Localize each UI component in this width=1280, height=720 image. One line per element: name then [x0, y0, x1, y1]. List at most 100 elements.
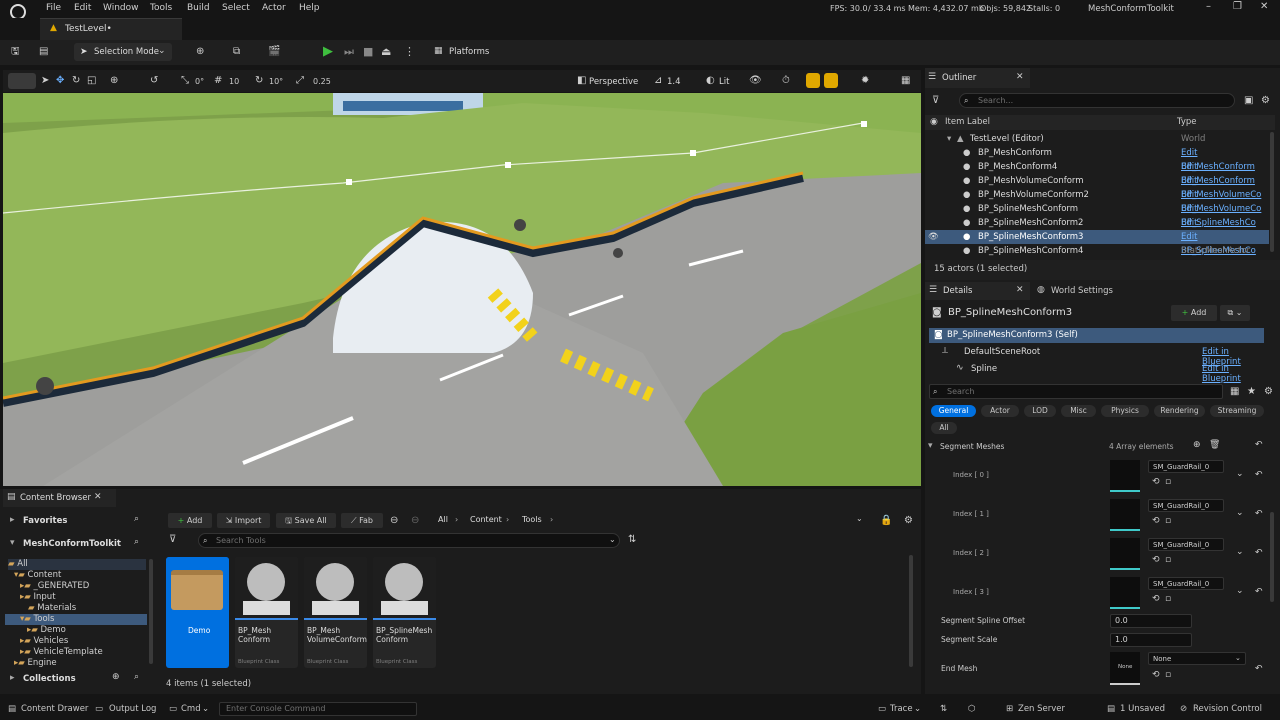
camera-speed-value[interactable]: 1.4: [667, 77, 681, 87]
chevron-down-icon[interactable]: ⌄: [202, 704, 209, 714]
reset-icon[interactable]: ↶: [1255, 664, 1263, 674]
search-icon[interactable]: ⌕: [134, 514, 139, 524]
menu-edit[interactable]: Edit: [74, 3, 91, 13]
camera-icon[interactable]: ◧: [577, 76, 586, 86]
close-icon[interactable]: ✕: [94, 492, 102, 502]
tree-item-materials[interactable]: ▰ Materials: [28, 603, 76, 614]
add-element-icon[interactable]: ⊕: [1193, 440, 1201, 450]
tree-item-vehicletemplate[interactable]: ▸▰ VehicleTemplate: [20, 647, 103, 658]
use-selected-icon[interactable]: ▫: [1165, 594, 1171, 604]
outliner-row[interactable]: ● BP_MeshConform4 Edit BP_MeshConform: [925, 160, 1269, 186]
move-tool-icon[interactable]: ✥: [56, 76, 64, 86]
segment-scale-field[interactable]: 1.0: [1110, 633, 1192, 647]
outliner-row[interactable]: ● BP_SplineMeshConform Edit BP_SplineMes…: [925, 202, 1269, 228]
use-selected-icon[interactable]: ▫: [1165, 670, 1171, 680]
close-icon[interactable]: ✕: [1016, 72, 1024, 82]
tree-item-vehicles[interactable]: ▸▰ Vehicles: [20, 636, 68, 647]
rotation-snap-icon[interactable]: ↻: [255, 76, 263, 86]
cmd-dropdown[interactable]: Cmd: [181, 704, 201, 714]
content-drawer-button[interactable]: Content Drawer: [21, 704, 88, 714]
settings-icon[interactable]: ✹: [861, 76, 869, 86]
save-icon[interactable]: 🖫: [11, 47, 20, 57]
grid-snap-icon[interactable]: #: [214, 76, 222, 86]
menu-actor[interactable]: Actor: [262, 3, 286, 13]
outliner-row[interactable]: ● BP_MeshVolumeConform2 Edit BP_MeshVolu…: [925, 188, 1269, 214]
use-selected-icon[interactable]: ▫: [1165, 555, 1171, 565]
layout-icon[interactable]: ▦: [901, 76, 910, 86]
folder-add-icon[interactable]: ▣: [1244, 96, 1253, 106]
close-window-icon[interactable]: ✕: [1260, 1, 1268, 12]
add-collection-icon[interactable]: ⊕: [112, 672, 120, 682]
world-settings-tab[interactable]: ◍ World Settings: [1033, 282, 1133, 300]
mesh-asset-picker[interactable]: SM_GuardRail_0: [1148, 577, 1224, 590]
mesh-thumbnail[interactable]: [1110, 499, 1140, 531]
add-actor-icon[interactable]: ⊕: [196, 47, 204, 57]
reset-icon[interactable]: ↶: [1255, 470, 1263, 480]
import-button[interactable]: ⇲ Import: [217, 513, 270, 528]
end-mesh-thumbnail[interactable]: None: [1110, 652, 1140, 685]
outliner-row-selected[interactable]: 👁 ● BP_SplineMeshConform3 Edit BP_Spline…: [925, 230, 1269, 256]
details-search-input[interactable]: ⌕ Search: [929, 384, 1223, 399]
play-icon[interactable]: ▶: [323, 44, 333, 59]
save-all-button[interactable]: 🖫 Save All: [276, 513, 336, 528]
collections-row[interactable]: ▸ Collections ⊕ ⌕: [5, 672, 151, 686]
mesh-asset-picker[interactable]: SM_GuardRail_0: [1148, 460, 1224, 473]
mesh-thumbnail[interactable]: [1110, 460, 1140, 492]
content-browser-tab[interactable]: ▤ Content Browser ✕: [3, 489, 116, 507]
component-self-row[interactable]: ◙ BP_SplineMeshConform3 (Self): [929, 328, 1264, 343]
angle-snap-value[interactable]: 0°: [195, 77, 204, 86]
rotate-tool-icon[interactable]: ↻: [72, 76, 80, 86]
browse-icon[interactable]: ⟲: [1152, 516, 1160, 526]
tree-item-input[interactable]: ▸▰ Input: [20, 592, 56, 603]
crumb-tools[interactable]: Tools: [522, 514, 542, 526]
outliner-row[interactable]: ● BP_MeshVolumeConform Edit BP_MeshVolum…: [925, 174, 1269, 200]
trash-icon[interactable]: 🗑: [1209, 440, 1220, 450]
derived-data-icon[interactable]: ⇅: [940, 704, 947, 714]
tree-item-tools[interactable]: ▾▰ Tools: [5, 614, 147, 625]
rotation-snap-value[interactable]: 10°: [269, 77, 283, 86]
chevron-down-icon[interactable]: ⌄: [1236, 586, 1244, 596]
outliner-row[interactable]: ● BP_MeshConform Edit BP_MeshConform: [925, 146, 1269, 172]
component-row[interactable]: ∿ Spline Edit in Blueprint: [929, 362, 1264, 384]
table-view-icon[interactable]: ▦: [1230, 387, 1239, 397]
filter-chip-rendering[interactable]: Rendering: [1154, 405, 1205, 417]
perspective-label[interactable]: Perspective: [589, 77, 638, 87]
gear-icon[interactable]: ⚙: [1261, 96, 1270, 106]
add-component-button[interactable]: + Add: [1171, 305, 1217, 321]
assets-scrollbar[interactable]: [909, 555, 913, 667]
details-scrollbar[interactable]: [1270, 512, 1274, 602]
segment-spline-offset-field[interactable]: 0.0: [1110, 614, 1192, 628]
reset-icon[interactable]: ↶: [1255, 440, 1263, 450]
outliner-row-world[interactable]: ▾ ▲ TestLevel (Editor) World: [925, 132, 1269, 146]
revision-control-button[interactable]: Revision Control: [1193, 704, 1262, 714]
edit-in-blueprint-link[interactable]: Edit in Blueprint: [1202, 364, 1264, 384]
blueprint-options-button[interactable]: ⧉ ⌄: [1220, 305, 1250, 321]
close-icon[interactable]: ✕: [1016, 285, 1024, 295]
filter-chip-lod[interactable]: LOD: [1024, 405, 1056, 417]
filter-icon[interactable]: ⊽: [932, 96, 939, 106]
world-local-icon[interactable]: ⊕: [110, 76, 118, 86]
highlight-warning-button-2[interactable]: [824, 73, 838, 88]
details-tab[interactable]: ☰ Details ✕: [925, 282, 1030, 300]
output-log-icon[interactable]: ▭: [95, 704, 103, 714]
reset-icon[interactable]: ↶: [1255, 587, 1263, 597]
maximize-icon[interactable]: ❐: [1233, 1, 1242, 12]
unsaved-button[interactable]: 1 Unsaved: [1120, 704, 1165, 714]
favorites-row[interactable]: ▸ Favorites ⌕: [5, 514, 151, 528]
outliner-row[interactable]: ● BP_SplineMeshConform2 Edit BP_SplineMe…: [925, 216, 1269, 242]
asset-tile-demo-folder[interactable]: Demo: [166, 557, 229, 668]
blueprint-icon[interactable]: ⧉: [233, 47, 240, 57]
select-tool-icon[interactable]: ➤: [41, 76, 49, 86]
menu-window[interactable]: Window: [103, 3, 139, 13]
surface-snap-icon[interactable]: ↺: [150, 76, 158, 86]
outliner-row[interactable]: ● BP_SplineMeshConform4 StaticMeshActor: [925, 244, 1269, 258]
filter-chip-all[interactable]: All: [931, 422, 957, 434]
filter-chip-actor[interactable]: Actor: [981, 405, 1019, 417]
use-selected-icon[interactable]: ▫: [1165, 477, 1171, 487]
chevron-down-icon[interactable]: ⌄: [1236, 508, 1244, 518]
trace-icon[interactable]: ▭: [878, 704, 886, 714]
asset-tile[interactable]: BP_SplineMesh Conform Blueprint Class: [373, 557, 436, 668]
viewport-menu-button[interactable]: [8, 73, 36, 89]
zen-server-button[interactable]: Zen Server: [1018, 704, 1065, 714]
mesh-thumbnail[interactable]: [1110, 577, 1140, 609]
